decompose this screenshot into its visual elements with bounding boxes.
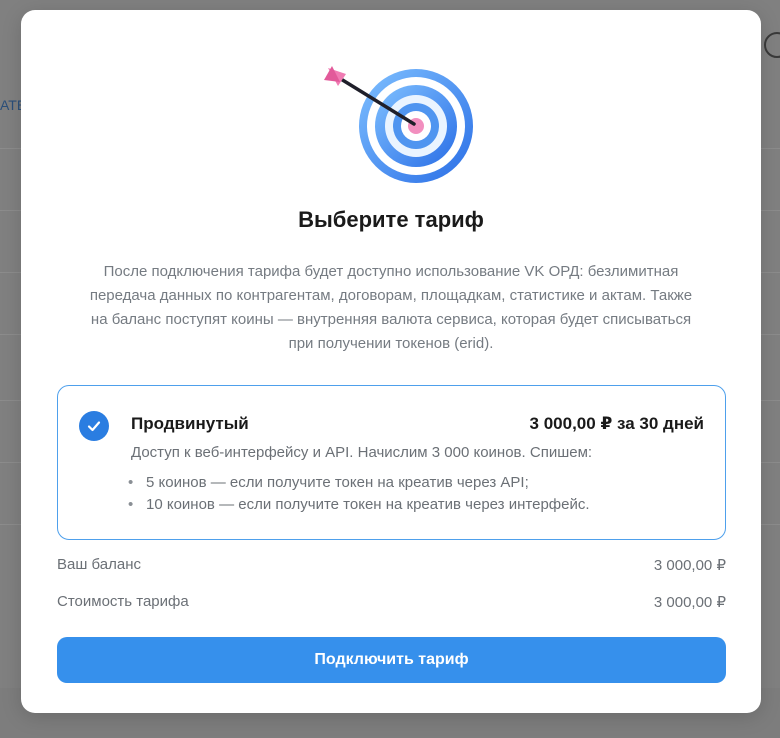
modal-description: После подключения тарифа будет доступно … [89, 263, 693, 352]
cost-row: Стоимость тарифа 3 000,00 ₽ [57, 593, 726, 611]
background-avatar [764, 32, 780, 58]
balance-row: Ваш баланс 3 000,00 ₽ [57, 556, 726, 574]
connect-tariff-button[interactable]: Подключить тариф [57, 637, 726, 683]
balance-label: Ваш баланс [57, 556, 142, 573]
modal-title: Выберите тариф [298, 207, 484, 232]
list-item: 5 коинов — если получите токен на креати… [146, 472, 590, 494]
cost-label: Стоимость тарифа [57, 593, 189, 610]
tariff-coin-list: 5 коинов — если получите токен на креати… [146, 472, 590, 516]
tariff-modal: Выберите тариф После подключения тарифа … [21, 10, 761, 713]
tariff-name: Продвинутый [131, 414, 249, 433]
tariff-description: Доступ к веб-интерфейсу и API. Начислим … [131, 444, 593, 461]
target-with-arrow-icon [324, 66, 473, 183]
cost-value: 3 000,00 ₽ [653, 594, 726, 611]
tariff-price: 3 000,00 ₽ за 30 дней [529, 414, 704, 433]
list-item: 10 коинов — если получите токен на креат… [146, 494, 590, 516]
checkmark-icon [79, 411, 109, 441]
balance-value: 3 000,00 ₽ [653, 557, 726, 574]
tariff-option-advanced[interactable]: Продвинутый 3 000,00 ₽ за 30 дней Доступ… [57, 385, 726, 540]
